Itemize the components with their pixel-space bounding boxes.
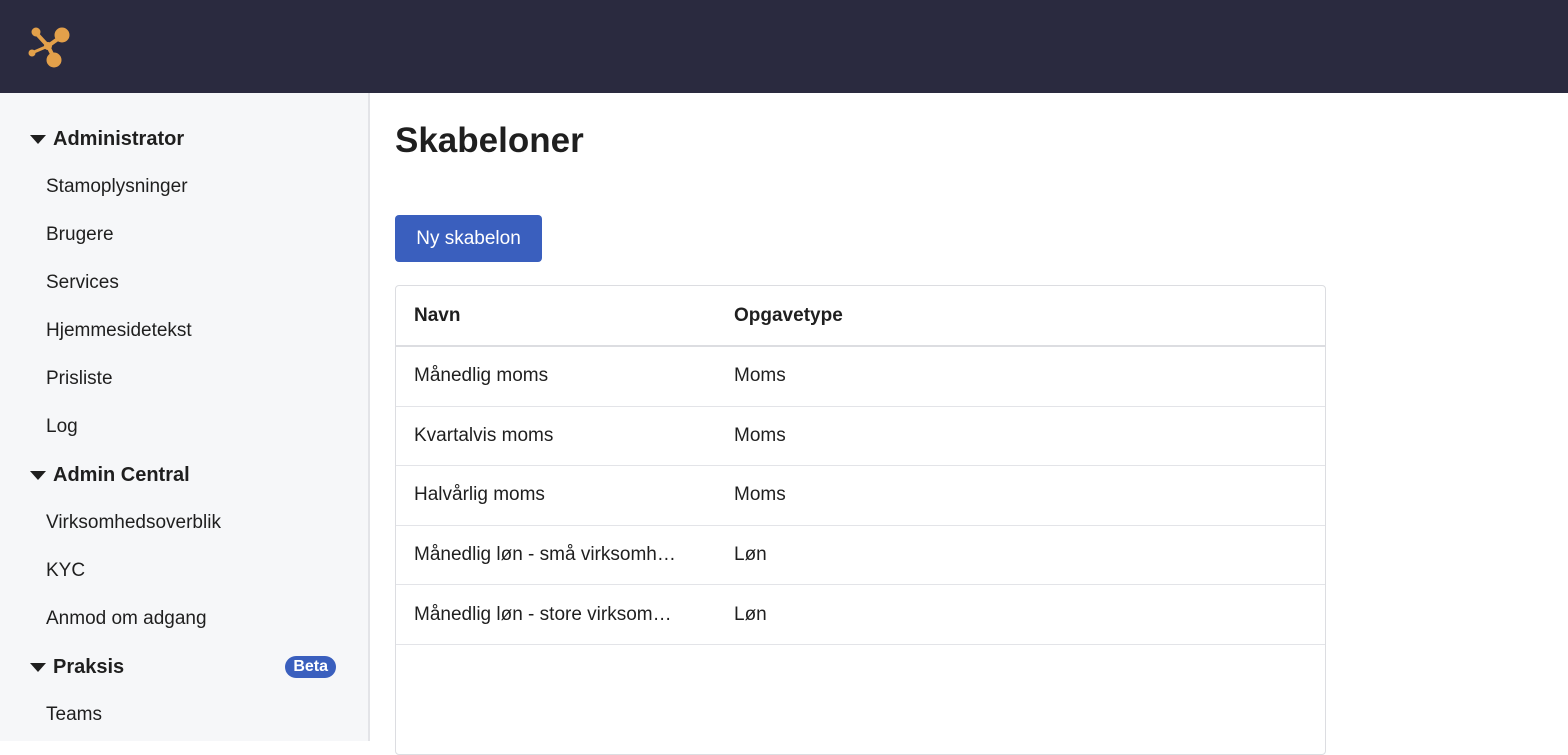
row-task-type: Løn: [734, 603, 767, 625]
row-name: Månedlig løn - store virksom…: [414, 603, 672, 625]
sidebar-item-anmod-om-adgang[interactable]: Anmod om adgang: [46, 605, 207, 633]
brand-logo-icon[interactable]: [26, 24, 72, 70]
caret-down-icon: [30, 662, 46, 672]
sidebar-section-admin-central[interactable]: Admin Central: [30, 461, 340, 489]
sidebar-item-kyc[interactable]: KYC: [46, 557, 85, 585]
sidebar-item-hjemmesidetekst[interactable]: Hjemmesidetekst: [46, 317, 192, 345]
page-title: Skabeloner: [395, 121, 584, 160]
main-content: Skabeloner Ny skabelon Navn Opgavetype M…: [372, 93, 1568, 755]
table-row[interactable]: Halvårlig moms Moms: [396, 466, 1325, 526]
row-name: Kvartalvis moms: [414, 424, 554, 446]
templates-table: Navn Opgavetype Månedlig moms Moms Kvart…: [395, 285, 1326, 755]
row-name: Månedlig moms: [414, 365, 549, 387]
section-title: Administrator: [53, 127, 185, 150]
table-row[interactable]: Månedlig løn - store virksom… Løn: [396, 585, 1325, 645]
table-row[interactable]: Månedlig moms Moms: [396, 347, 1325, 407]
sidebar-item-prisliste[interactable]: Prisliste: [46, 365, 113, 393]
column-header-task-type[interactable]: Opgavetype: [734, 305, 843, 327]
sidebar-section-praksis[interactable]: Praksis Beta: [30, 653, 340, 681]
sidebar-nav: Administrator Stamoplysninger Brugere Se…: [0, 93, 370, 741]
sidebar-item-virksomhedsoverblik[interactable]: Virksomhedsoverblik: [46, 509, 221, 537]
sidebar-section-administrator[interactable]: Administrator: [30, 125, 340, 153]
section-title: Admin Central: [53, 463, 190, 486]
sidebar-item-stamoplysninger[interactable]: Stamoplysninger: [46, 173, 188, 201]
sidebar-item-brugere[interactable]: Brugere: [46, 221, 114, 249]
row-task-type: Moms: [734, 484, 786, 506]
table-header: Navn Opgavetype: [396, 286, 1325, 347]
row-name: Halvårlig moms: [414, 484, 545, 506]
top-bar: [0, 0, 1568, 93]
caret-down-icon: [30, 134, 46, 144]
table-row[interactable]: Månedlig løn - små virksomh… Løn: [396, 526, 1325, 586]
row-task-type: Moms: [734, 365, 786, 387]
sidebar-item-teams[interactable]: Teams: [46, 701, 102, 729]
sidebar-item-services[interactable]: Services: [46, 269, 119, 297]
caret-down-icon: [30, 470, 46, 480]
row-task-type: Moms: [734, 424, 786, 446]
new-template-button[interactable]: Ny skabelon: [395, 215, 542, 262]
section-title: Praksis: [53, 655, 125, 678]
beta-badge: Beta: [285, 656, 336, 678]
column-header-name[interactable]: Navn: [414, 305, 704, 327]
row-task-type: Løn: [734, 544, 767, 566]
sidebar-item-log[interactable]: Log: [46, 413, 78, 441]
row-name: Månedlig løn - små virksomh…: [414, 544, 676, 566]
table-row[interactable]: Kvartalvis moms Moms: [396, 407, 1325, 467]
